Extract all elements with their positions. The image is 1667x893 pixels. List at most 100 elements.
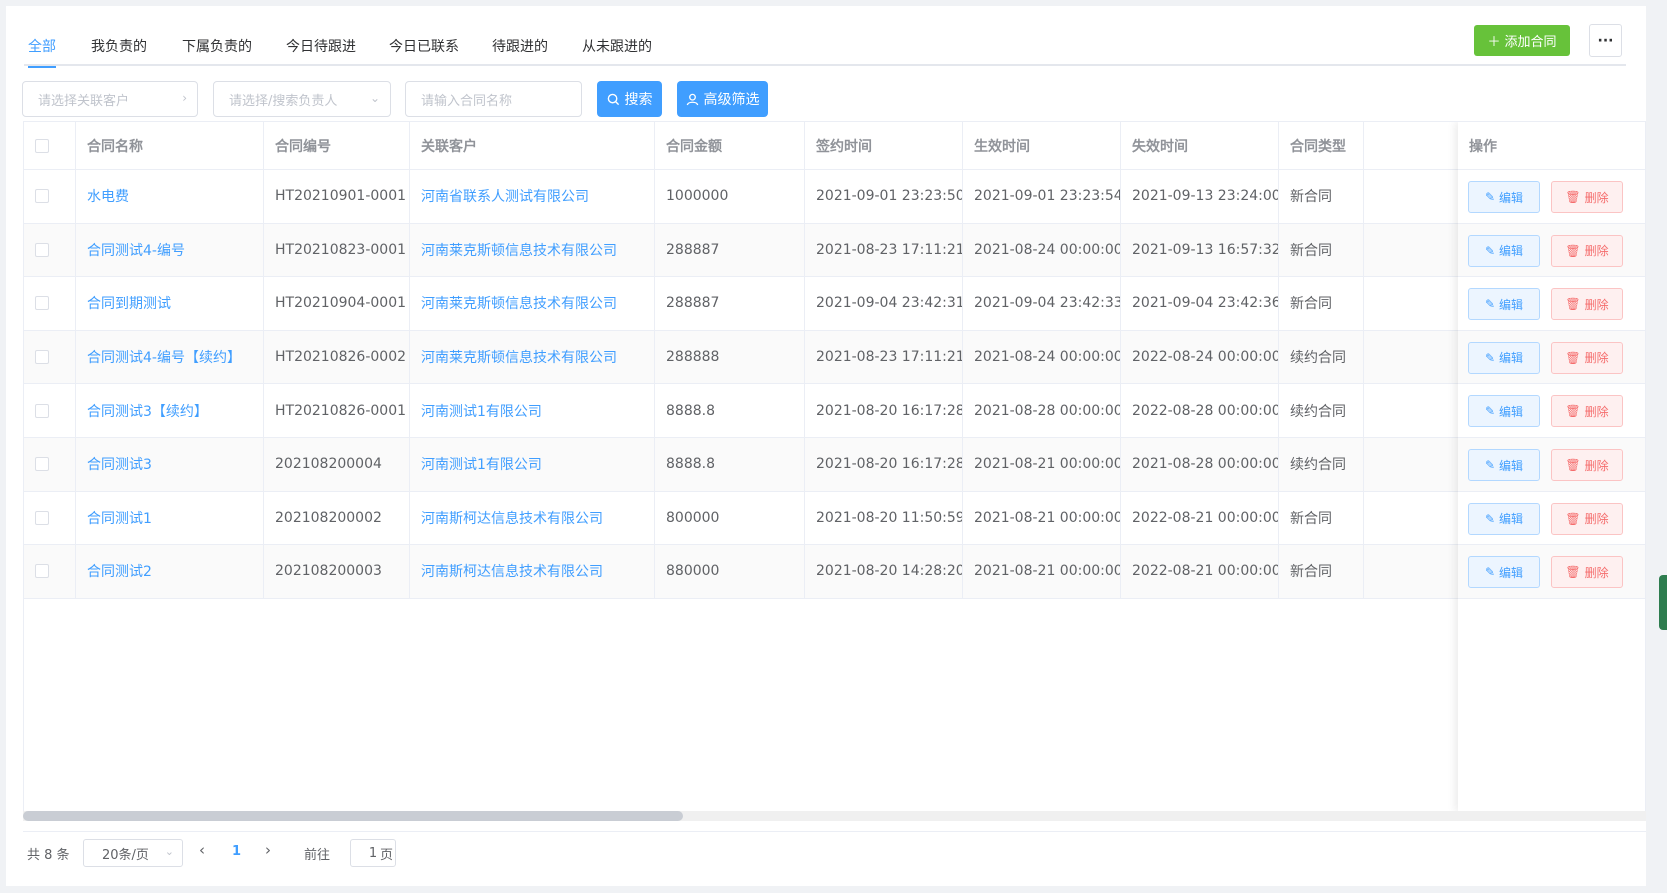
search-button[interactable]: 搜索: [597, 81, 662, 117]
table-row[interactable]: 合同测试4-编号 HT20210823-0001 河南莱克斯顿信息技术有限公司 288…: [24, 223, 1645, 278]
pagination: 共 8 条 20条/页 ⌄ ‹ 1 › 前往 1 页: [23, 831, 1646, 876]
edit-button[interactable]: ✎ 编辑: [1468, 341, 1540, 374]
row-checkbox[interactable]: [35, 189, 49, 204]
cell-name[interactable]: 水电费: [76, 170, 264, 223]
table-row[interactable]: 合同测试2 202108200003 河南斯柯达信息技术有限公司 880000 2021…: [24, 545, 1645, 599]
tab-all[interactable]: 全部: [28, 36, 56, 68]
horizontal-scrollbar[interactable]: [23, 811, 1646, 821]
page-size-select[interactable]: 20条/页 ⌄: [83, 839, 183, 867]
table-row[interactable]: 水电费 HT20210901-0001 河南省联系人测试有限公司 1000000 202…: [24, 170, 1645, 224]
cell-effective: 2021-09-01 23:23:54: [963, 170, 1121, 223]
edit-button[interactable]: ✎ 编辑: [1468, 449, 1540, 481]
trash-icon: 🗑: [1565, 565, 1581, 580]
row-checkbox-cell: [24, 223, 76, 277]
cell-code: HT20210826-0001: [264, 384, 410, 437]
tab-never-followed[interactable]: 从未跟进的: [582, 36, 652, 56]
column-header: 关联客户: [410, 122, 655, 169]
cell-name[interactable]: 合同测试3【续约】: [76, 384, 264, 437]
row-checkbox-cell: [24, 438, 76, 491]
cell-type: 续约合同: [1279, 330, 1364, 384]
actions-header: 操作: [1458, 122, 1645, 170]
table-row[interactable]: 合同测试4-编号【续约】 HT20210826-0002 河南莱克斯顿信息技术有限公…: [24, 330, 1645, 385]
row-checkbox[interactable]: [35, 510, 49, 525]
cell-customer[interactable]: 河南斯柯达信息技术有限公司: [410, 545, 655, 598]
header-checkbox-cell: [24, 122, 76, 169]
row-checkbox[interactable]: [35, 564, 49, 579]
cell-type: 新合同: [1279, 223, 1364, 277]
owner-select[interactable]: 请选择/搜索负责人 ⌄: [213, 81, 391, 117]
edit-button[interactable]: ✎ 编辑: [1468, 288, 1540, 321]
row-actions: ✎ 编辑 🗑 删除: [1458, 330, 1645, 385]
cell-customer[interactable]: 河南莱克斯顿信息技术有限公司: [410, 330, 655, 384]
cell-name[interactable]: 合同到期测试: [76, 277, 264, 330]
tab-today-contacted[interactable]: 今日已联系: [389, 36, 459, 56]
cell-name[interactable]: 合同测试4-编号【续约】: [76, 330, 264, 384]
row-checkbox[interactable]: [35, 242, 49, 257]
column-header: 签约时间: [805, 122, 963, 169]
edit-button[interactable]: ✎ 编辑: [1468, 395, 1540, 428]
cell-customer[interactable]: 河南测试1有限公司: [410, 384, 655, 437]
delete-button[interactable]: 🗑 删除: [1551, 449, 1623, 481]
edit-button[interactable]: ✎ 编辑: [1468, 234, 1540, 267]
cell-customer[interactable]: 河南斯柯达信息技术有限公司: [410, 491, 655, 545]
row-checkbox[interactable]: [35, 296, 49, 311]
delete-button[interactable]: 🗑 删除: [1551, 395, 1623, 428]
tab-today-pending[interactable]: 今日待跟进: [286, 36, 356, 56]
cell-expire: 2021-09-13 16:57:32: [1121, 223, 1279, 277]
edit-button[interactable]: ✎ 编辑: [1468, 556, 1540, 589]
cell-type: 续约合同: [1279, 438, 1364, 491]
contract-name-input[interactable]: 请输入合同名称: [405, 81, 582, 117]
table-row[interactable]: 合同测试1 202108200002 河南斯柯达信息技术有限公司 800000 2021…: [24, 491, 1645, 546]
cell-customer[interactable]: 河南测试1有限公司: [410, 438, 655, 491]
cell-type: 新合同: [1279, 277, 1364, 330]
delete-button[interactable]: 🗑 删除: [1551, 288, 1623, 321]
row-checkbox[interactable]: [35, 403, 49, 418]
advanced-filter-button[interactable]: 高级筛选: [677, 81, 768, 117]
cell-name[interactable]: 合同测试2: [76, 545, 264, 598]
tab-pending[interactable]: 待跟进的: [492, 36, 548, 56]
cell-type: 新合同: [1279, 170, 1364, 223]
customer-select[interactable]: 请选择关联客户 ›: [22, 81, 198, 117]
delete-button[interactable]: 🗑 删除: [1551, 234, 1623, 267]
cell-customer[interactable]: 河南省联系人测试有限公司: [410, 170, 655, 223]
delete-button[interactable]: 🗑 删除: [1551, 341, 1623, 374]
delete-button[interactable]: 🗑 删除: [1551, 502, 1623, 535]
row-checkbox[interactable]: [35, 457, 49, 472]
total-count: 共 8 条: [27, 848, 70, 863]
cell-expire: 2021-09-13 23:24:00: [1121, 170, 1279, 223]
cell-amount: 288887: [655, 223, 805, 277]
prev-page-button[interactable]: ‹: [199, 841, 205, 859]
column-header: 合同金额: [655, 122, 805, 169]
edit-button[interactable]: ✎ 编辑: [1468, 502, 1540, 535]
cell-effective: 2021-08-21 00:00:00: [963, 438, 1121, 491]
column-header: 合同类型: [1279, 122, 1364, 169]
tab-subordinates[interactable]: 下属负责的: [182, 36, 252, 56]
edit-icon: ✎: [1484, 243, 1496, 258]
cell-customer[interactable]: 河南莱克斯顿信息技术有限公司: [410, 223, 655, 277]
cell-name[interactable]: 合同测试1: [76, 491, 264, 545]
next-page-button[interactable]: ›: [265, 841, 271, 859]
more-options-button[interactable]: ···: [1589, 24, 1622, 57]
edit-button[interactable]: ✎ 编辑: [1468, 181, 1540, 213]
cell-name[interactable]: 合同测试4-编号: [76, 223, 264, 277]
cell-name[interactable]: 合同测试3: [76, 438, 264, 491]
row-checkbox[interactable]: [35, 350, 49, 365]
page-number-current[interactable]: 1: [232, 844, 241, 859]
add-contract-button[interactable]: ＋ 添加合同: [1474, 25, 1570, 56]
trash-icon: 🗑: [1565, 190, 1581, 204]
delete-button[interactable]: 🗑 删除: [1551, 556, 1623, 589]
edit-icon: ✎: [1484, 404, 1496, 419]
cell-customer[interactable]: 河南莱克斯顿信息技术有限公司: [410, 277, 655, 330]
tab-mine[interactable]: 我负责的: [91, 36, 147, 56]
cell-expire: 2022-08-24 00:00:00: [1121, 330, 1279, 384]
table-row[interactable]: 合同到期测试 HT20210904-0001 河南莱克斯顿信息技术有限公司 28888…: [24, 277, 1645, 331]
side-handle[interactable]: [1659, 575, 1667, 630]
cell-expire: 2022-08-21 00:00:00: [1121, 545, 1279, 598]
delete-button[interactable]: 🗑 删除: [1551, 181, 1623, 213]
search-icon: [607, 93, 619, 105]
select-all-checkbox[interactable]: [35, 138, 49, 153]
table-row[interactable]: 合同测试3 202108200004 河南测试1有限公司 8888.8 2021-08-…: [24, 438, 1645, 492]
scrollbar-thumb[interactable]: [23, 811, 683, 821]
cell-amount: 8888.8: [655, 384, 805, 437]
table-row[interactable]: 合同测试3【续约】 HT20210826-0001 河南测试1有限公司 8888.8 2…: [24, 384, 1645, 438]
